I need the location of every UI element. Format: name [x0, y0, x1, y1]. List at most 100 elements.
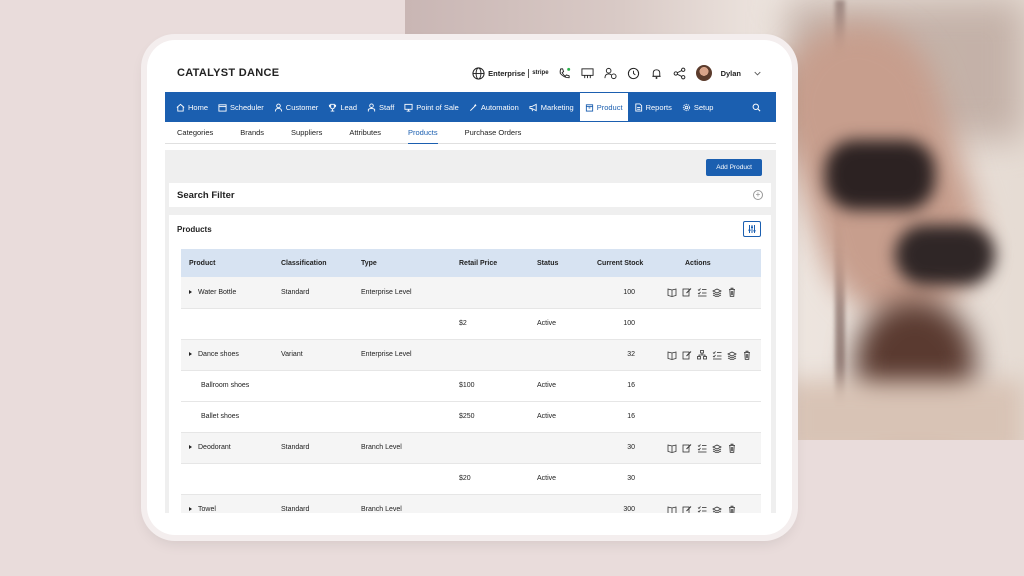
column-settings-button[interactable] [743, 221, 761, 237]
edit-icon[interactable] [682, 287, 692, 297]
home-icon [176, 103, 185, 112]
classification-cell [273, 308, 353, 340]
delete-icon[interactable] [727, 505, 737, 514]
classification-cell [273, 463, 353, 495]
nav-item-automation[interactable]: Automation [464, 92, 524, 122]
nav-item-point-of-sale[interactable]: Point of Sale [399, 92, 464, 122]
catalog-icon[interactable] [667, 287, 677, 298]
nav-item-reports[interactable]: Reports [629, 92, 677, 122]
nav-label: Setup [693, 102, 714, 112]
nav-item-customer[interactable]: Customer [269, 92, 324, 122]
col-type[interactable]: Type [353, 249, 451, 277]
subnav-purchase-orders[interactable]: Purchase Orders [465, 122, 522, 143]
box-icon [585, 103, 593, 112]
type-cell [353, 370, 451, 402]
checklist-icon[interactable] [697, 443, 707, 453]
delete-icon[interactable] [727, 443, 737, 453]
checklist-icon[interactable] [712, 350, 722, 360]
catalog-icon[interactable] [667, 350, 677, 360]
edit-icon[interactable] [682, 443, 692, 453]
phone-icon[interactable] [558, 66, 572, 80]
product-cell[interactable]: Water Bottle [181, 277, 273, 309]
product-cell[interactable]: Deodorant [181, 432, 273, 464]
expand-caret-icon[interactable] [189, 352, 192, 357]
clock-icon[interactable] [627, 66, 641, 80]
nav-item-home[interactable]: Home [171, 92, 213, 122]
share-icon[interactable] [673, 66, 687, 80]
nav-label: Staff [379, 102, 395, 112]
nav-label: Automation [480, 102, 519, 112]
board-icon[interactable] [581, 66, 595, 80]
brand-name: CATALYST DANCE [177, 67, 280, 79]
subnav-categories[interactable]: Categories [177, 122, 213, 143]
catalog-icon[interactable] [667, 505, 677, 514]
subnav-brands[interactable]: Brands [240, 122, 264, 143]
avatar[interactable] [695, 65, 712, 81]
expand-caret-icon[interactable] [189, 289, 192, 294]
nav-search-button[interactable] [747, 92, 766, 122]
nav-item-marketing[interactable]: Marketing [524, 92, 579, 122]
product-cell[interactable]: Towel [181, 494, 273, 513]
product-cell[interactable]: Dance shoes [181, 339, 273, 371]
expand-filter-icon[interactable]: + [753, 190, 763, 200]
app-screen: CATALYST DANCE Enterprise stripe Dylan H… [165, 58, 776, 513]
table-row[interactable]: Dance shoes Variant Enterprise Level 32 [181, 339, 761, 371]
status-cell: Active [529, 370, 589, 402]
actions-cell [659, 339, 761, 371]
nav-label: Reports [645, 102, 672, 112]
nav-item-scheduler[interactable]: Scheduler [213, 92, 269, 122]
classification-cell: Standard [273, 277, 353, 309]
inventory-icon[interactable] [712, 443, 722, 453]
table-subrow[interactable]: $20 Active 30 [181, 463, 761, 495]
chevron-down-icon[interactable] [750, 66, 764, 80]
table-row[interactable]: Water Bottle Standard Enterprise Level 100 [181, 277, 761, 309]
table-row[interactable]: Deodorant Standard Branch Level 30 [181, 432, 761, 464]
classification-cell: Standard [273, 494, 353, 513]
nav-item-product[interactable]: Product [578, 92, 629, 122]
checklist-icon[interactable] [697, 287, 707, 297]
price-cell: $100 [451, 370, 529, 402]
col-status[interactable]: Status [529, 249, 589, 277]
user-name[interactable]: Dylan [721, 69, 741, 78]
inventory-icon[interactable] [727, 350, 737, 360]
nav-item-lead[interactable]: Lead [323, 92, 362, 122]
table-subrow[interactable]: Ballet shoes $250 Active 16 [181, 401, 761, 433]
edit-icon[interactable] [682, 350, 692, 360]
stock-cell: 16 [589, 370, 659, 402]
hierarchy-icon[interactable] [697, 349, 707, 360]
product-name: Dance shoes [198, 351, 239, 358]
col-classification[interactable]: Classification [273, 249, 353, 277]
type-cell: Branch Level [353, 432, 451, 464]
tablet-frame: CATALYST DANCE Enterprise stripe Dylan H… [147, 40, 792, 535]
row-actions [667, 443, 761, 453]
nav-item-staff[interactable]: Staff [362, 92, 399, 122]
subnav-suppliers[interactable]: Suppliers [291, 122, 322, 143]
checklist-icon[interactable] [697, 505, 707, 514]
inventory-icon[interactable] [712, 505, 722, 514]
delete-icon[interactable] [742, 350, 752, 360]
col-product[interactable]: Product [181, 249, 273, 277]
plan-indicator[interactable]: Enterprise stripe [471, 66, 549, 80]
expand-caret-icon[interactable] [189, 507, 192, 512]
status-cell: Active [529, 401, 589, 433]
table-subrow[interactable]: $2 Active 100 [181, 308, 761, 340]
edit-icon[interactable] [682, 505, 692, 514]
col-retail-price[interactable]: Retail Price [451, 249, 529, 277]
catalog-icon[interactable] [667, 443, 677, 453]
inventory-icon[interactable] [712, 287, 722, 298]
table-subrow[interactable]: Ballroom shoes $100 Active 16 [181, 370, 761, 402]
table-row[interactable]: Towel Standard Branch Level 300 [181, 494, 761, 513]
stock-cell: 100 [589, 277, 659, 309]
product-name: Towel [198, 506, 216, 513]
user-clock-icon[interactable] [604, 66, 618, 80]
subnav-attributes[interactable]: Attributes [349, 122, 381, 143]
col-current-stock[interactable]: Current Stock [589, 249, 659, 277]
expand-caret-icon[interactable] [189, 445, 192, 450]
bell-icon[interactable] [650, 66, 664, 80]
add-product-button[interactable]: Add Product [706, 159, 762, 176]
nav-item-setup[interactable]: Setup [677, 92, 719, 122]
actions-cell [659, 463, 761, 495]
search-filter-panel[interactable]: Search Filter + [169, 183, 771, 207]
subnav-products[interactable]: Products [408, 122, 438, 144]
delete-icon[interactable] [727, 287, 737, 297]
